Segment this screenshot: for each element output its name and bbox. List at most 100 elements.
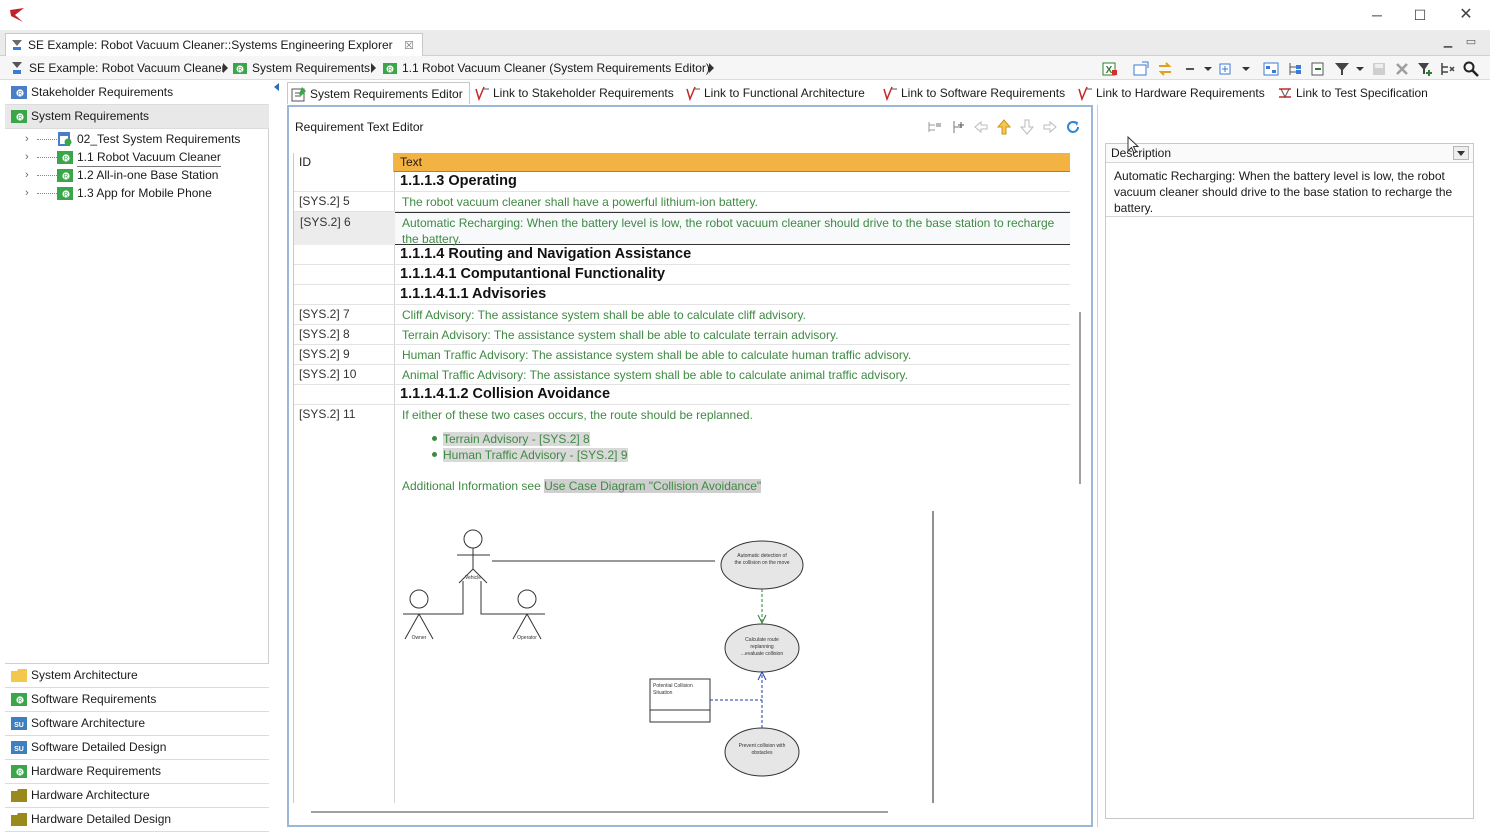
expand-icon[interactable]: ›: [25, 166, 29, 184]
heading-row[interactable]: 1.1.1.4.1.1 Advisories: [294, 285, 1070, 305]
editor-subtabs: System Requirements Editor Link to Stake…: [287, 81, 1487, 105]
tab-link-hardware-requirements[interactable]: Link to Hardware Requirements: [1074, 82, 1265, 104]
nav-software-detailed-design[interactable]: SU Software Detailed Design: [5, 736, 269, 760]
link-matrix-icon: [1078, 86, 1092, 101]
column-header-text[interactable]: Text: [394, 153, 1070, 172]
bullet-link-human-traffic[interactable]: Human Traffic Advisory - [SYS.2] 9: [432, 448, 628, 462]
view-minimize-icon[interactable]: ▁: [1441, 36, 1455, 50]
tab-close-icon[interactable]: ☒: [404, 35, 414, 57]
tab-link-software-requirements[interactable]: Link to Software Requirements: [879, 82, 1065, 104]
requirement-row[interactable]: [SYS.2] 8 Terrain Advisory: The assistan…: [294, 325, 1070, 345]
close-window-button[interactable]: ✕: [1449, 4, 1483, 26]
excel-export-icon[interactable]: X: [1102, 61, 1118, 77]
nav-hardware-requirements[interactable]: R Hardware Requirements: [5, 760, 269, 784]
heading-row[interactable]: 1.1.1.4 Routing and Navigation Assistanc…: [294, 245, 1070, 265]
explorer-panel: R Stakeholder Requirements R System Requ…: [5, 81, 269, 832]
svg-text:R: R: [18, 116, 23, 122]
link-icon[interactable]: [1310, 61, 1326, 77]
move-up-icon[interactable]: [996, 119, 1012, 135]
description-text[interactable]: Automatic Recharging: When the battery l…: [1114, 168, 1464, 216]
diagram-icon[interactable]: [1263, 61, 1279, 77]
requirements-package-icon: R: [57, 187, 73, 200]
vertical-scrollbar[interactable]: [1079, 312, 1081, 484]
requirement-row[interactable]: [SYS.2] 10 Animal Traffic Advisory: The …: [294, 365, 1070, 385]
requirement-row-selected[interactable]: [SYS.2] 6 Automatic Recharging: When the…: [294, 212, 1070, 246]
use-case-diagram-image: Vehicle Owner Operator Automatic detecti…: [403, 511, 934, 803]
chevron-down-icon[interactable]: [1453, 146, 1469, 160]
collapse-explorer-icon[interactable]: [274, 83, 279, 91]
use-case-diagram-link[interactable]: Use Case Diagram "Collision Avoidance": [544, 479, 762, 493]
expand-icon[interactable]: ›: [25, 130, 29, 148]
requirement-row[interactable]: [SYS.2] 7 Cliff Advisory: The assistance…: [294, 305, 1070, 325]
description-header: Description: [1106, 144, 1473, 163]
nav-stakeholder-requirements[interactable]: R Stakeholder Requirements: [5, 81, 269, 105]
move-right-icon[interactable]: [1042, 119, 1058, 135]
heading-row[interactable]: 1.1.1.4.1.2 Collision Avoidance: [294, 385, 1070, 405]
requirement-row[interactable]: [SYS.2] 9 Human Traffic Advisory: The as…: [294, 345, 1070, 365]
description-box: Description Automatic Recharging: When t…: [1105, 143, 1474, 819]
properties-panel: Description Automatic Recharging: When t…: [1097, 105, 1482, 827]
move-left-icon[interactable]: [973, 119, 989, 135]
breadcrumb-item-system-requirements[interactable]: R System Requirements: [233, 60, 370, 76]
breadcrumb-separator-icon[interactable]: [371, 63, 376, 73]
tab-system-requirements-editor[interactable]: System Requirements Editor: [287, 82, 470, 104]
folder-icon: [11, 669, 27, 682]
svg-text:SU: SU: [14, 746, 24, 753]
breadcrumb-separator-icon[interactable]: [223, 63, 228, 73]
title-bar: ─ ☐ ✕: [0, 0, 1490, 31]
heading-row[interactable]: 1.1.1.4.1 Computantional Functionality: [294, 265, 1070, 285]
save-icon[interactable]: [1371, 61, 1387, 77]
horizontal-scrollbar[interactable]: [311, 811, 888, 813]
app-logo-icon: [10, 8, 24, 22]
delete-icon[interactable]: [1394, 61, 1410, 77]
insert-child-icon[interactable]: [950, 119, 966, 135]
tab-link-test-specification[interactable]: Link to Test Specification: [1274, 82, 1428, 104]
breadcrumb-separator-icon[interactable]: [709, 63, 714, 73]
nav-hardware-architecture[interactable]: Hardware Architecture: [5, 784, 269, 808]
column-header-id[interactable]: ID: [294, 153, 394, 172]
svg-text:X: X: [1106, 65, 1113, 76]
requirements-package-icon: R: [383, 63, 397, 74]
dropdown-icon[interactable]: [1352, 61, 1368, 77]
requirements-package-icon: R: [11, 86, 27, 99]
filter-icon[interactable]: [1334, 61, 1350, 77]
bullet-link-terrain[interactable]: Terrain Advisory - [SYS.2] 8: [432, 432, 590, 446]
nav-software-requirements[interactable]: R Software Requirements: [5, 688, 269, 712]
dropdown-icon[interactable]: [1238, 61, 1254, 77]
requirement-row[interactable]: [SYS.2] 5 The robot vacuum cleaner shall…: [294, 192, 1070, 212]
breadcrumb-item-robot-vacuum[interactable]: R 1.1 Robot Vacuum Cleaner (System Requir…: [383, 60, 710, 76]
folder-icon: [11, 813, 27, 826]
nav-software-architecture[interactable]: SU Software Architecture: [5, 712, 269, 736]
tree-icon[interactable]: [1287, 61, 1303, 77]
tab-link-stakeholder[interactable]: Link to Stakeholder Requirements: [471, 82, 674, 104]
svg-text:obstacles: obstacles: [751, 750, 773, 756]
move-down-icon[interactable]: [1019, 119, 1035, 135]
nav-system-requirements[interactable]: R System Requirements: [5, 105, 269, 129]
svg-text:Vehicle: Vehicle: [465, 575, 481, 581]
nav-system-architecture[interactable]: System Architecture: [5, 664, 269, 688]
hierarchy-icon[interactable]: [1440, 61, 1456, 77]
explorer-editor-tab[interactable]: SE Example: Robot Vacuum Cleaner::System…: [5, 33, 423, 56]
svg-text:Owner: Owner: [412, 635, 427, 641]
maximize-button[interactable]: ☐: [1403, 4, 1437, 26]
dropdown-icon[interactable]: [1200, 61, 1216, 77]
search-icon[interactable]: [1463, 61, 1479, 77]
breadcrumb-item-explorer[interactable]: SE Example: Robot Vacuum Cleaner: [10, 60, 226, 76]
nav-hardware-detailed-design[interactable]: Hardware Detailed Design: [5, 808, 269, 832]
heading-row[interactable]: 1.1.1.3 Operating: [294, 172, 1070, 192]
open-window-icon[interactable]: [1133, 61, 1149, 77]
link-matrix-icon: [883, 86, 897, 101]
refresh-icon[interactable]: [1065, 119, 1081, 135]
indent-tree-icon[interactable]: [927, 119, 943, 135]
collapse-icon[interactable]: [1183, 61, 1199, 77]
expand-icon[interactable]: ›: [25, 148, 29, 166]
filter-plus-icon[interactable]: [1417, 61, 1433, 77]
expand-icon[interactable]: ›: [25, 184, 29, 202]
tab-link-functional-architecture[interactable]: Link to Functional Architecture: [682, 82, 865, 104]
new-element-icon[interactable]: [1218, 61, 1234, 77]
minimize-button[interactable]: ─: [1360, 4, 1394, 26]
view-maximize-icon[interactable]: ▭: [1464, 36, 1478, 50]
explorer-tree: › 02_Test System Requirements › R 1.1 Ro…: [5, 129, 269, 664]
sync-icon[interactable]: [1157, 61, 1173, 77]
requirement-text-editor-panel: Requirement Text Editor ID Text 1.1.1.3 …: [287, 105, 1093, 827]
